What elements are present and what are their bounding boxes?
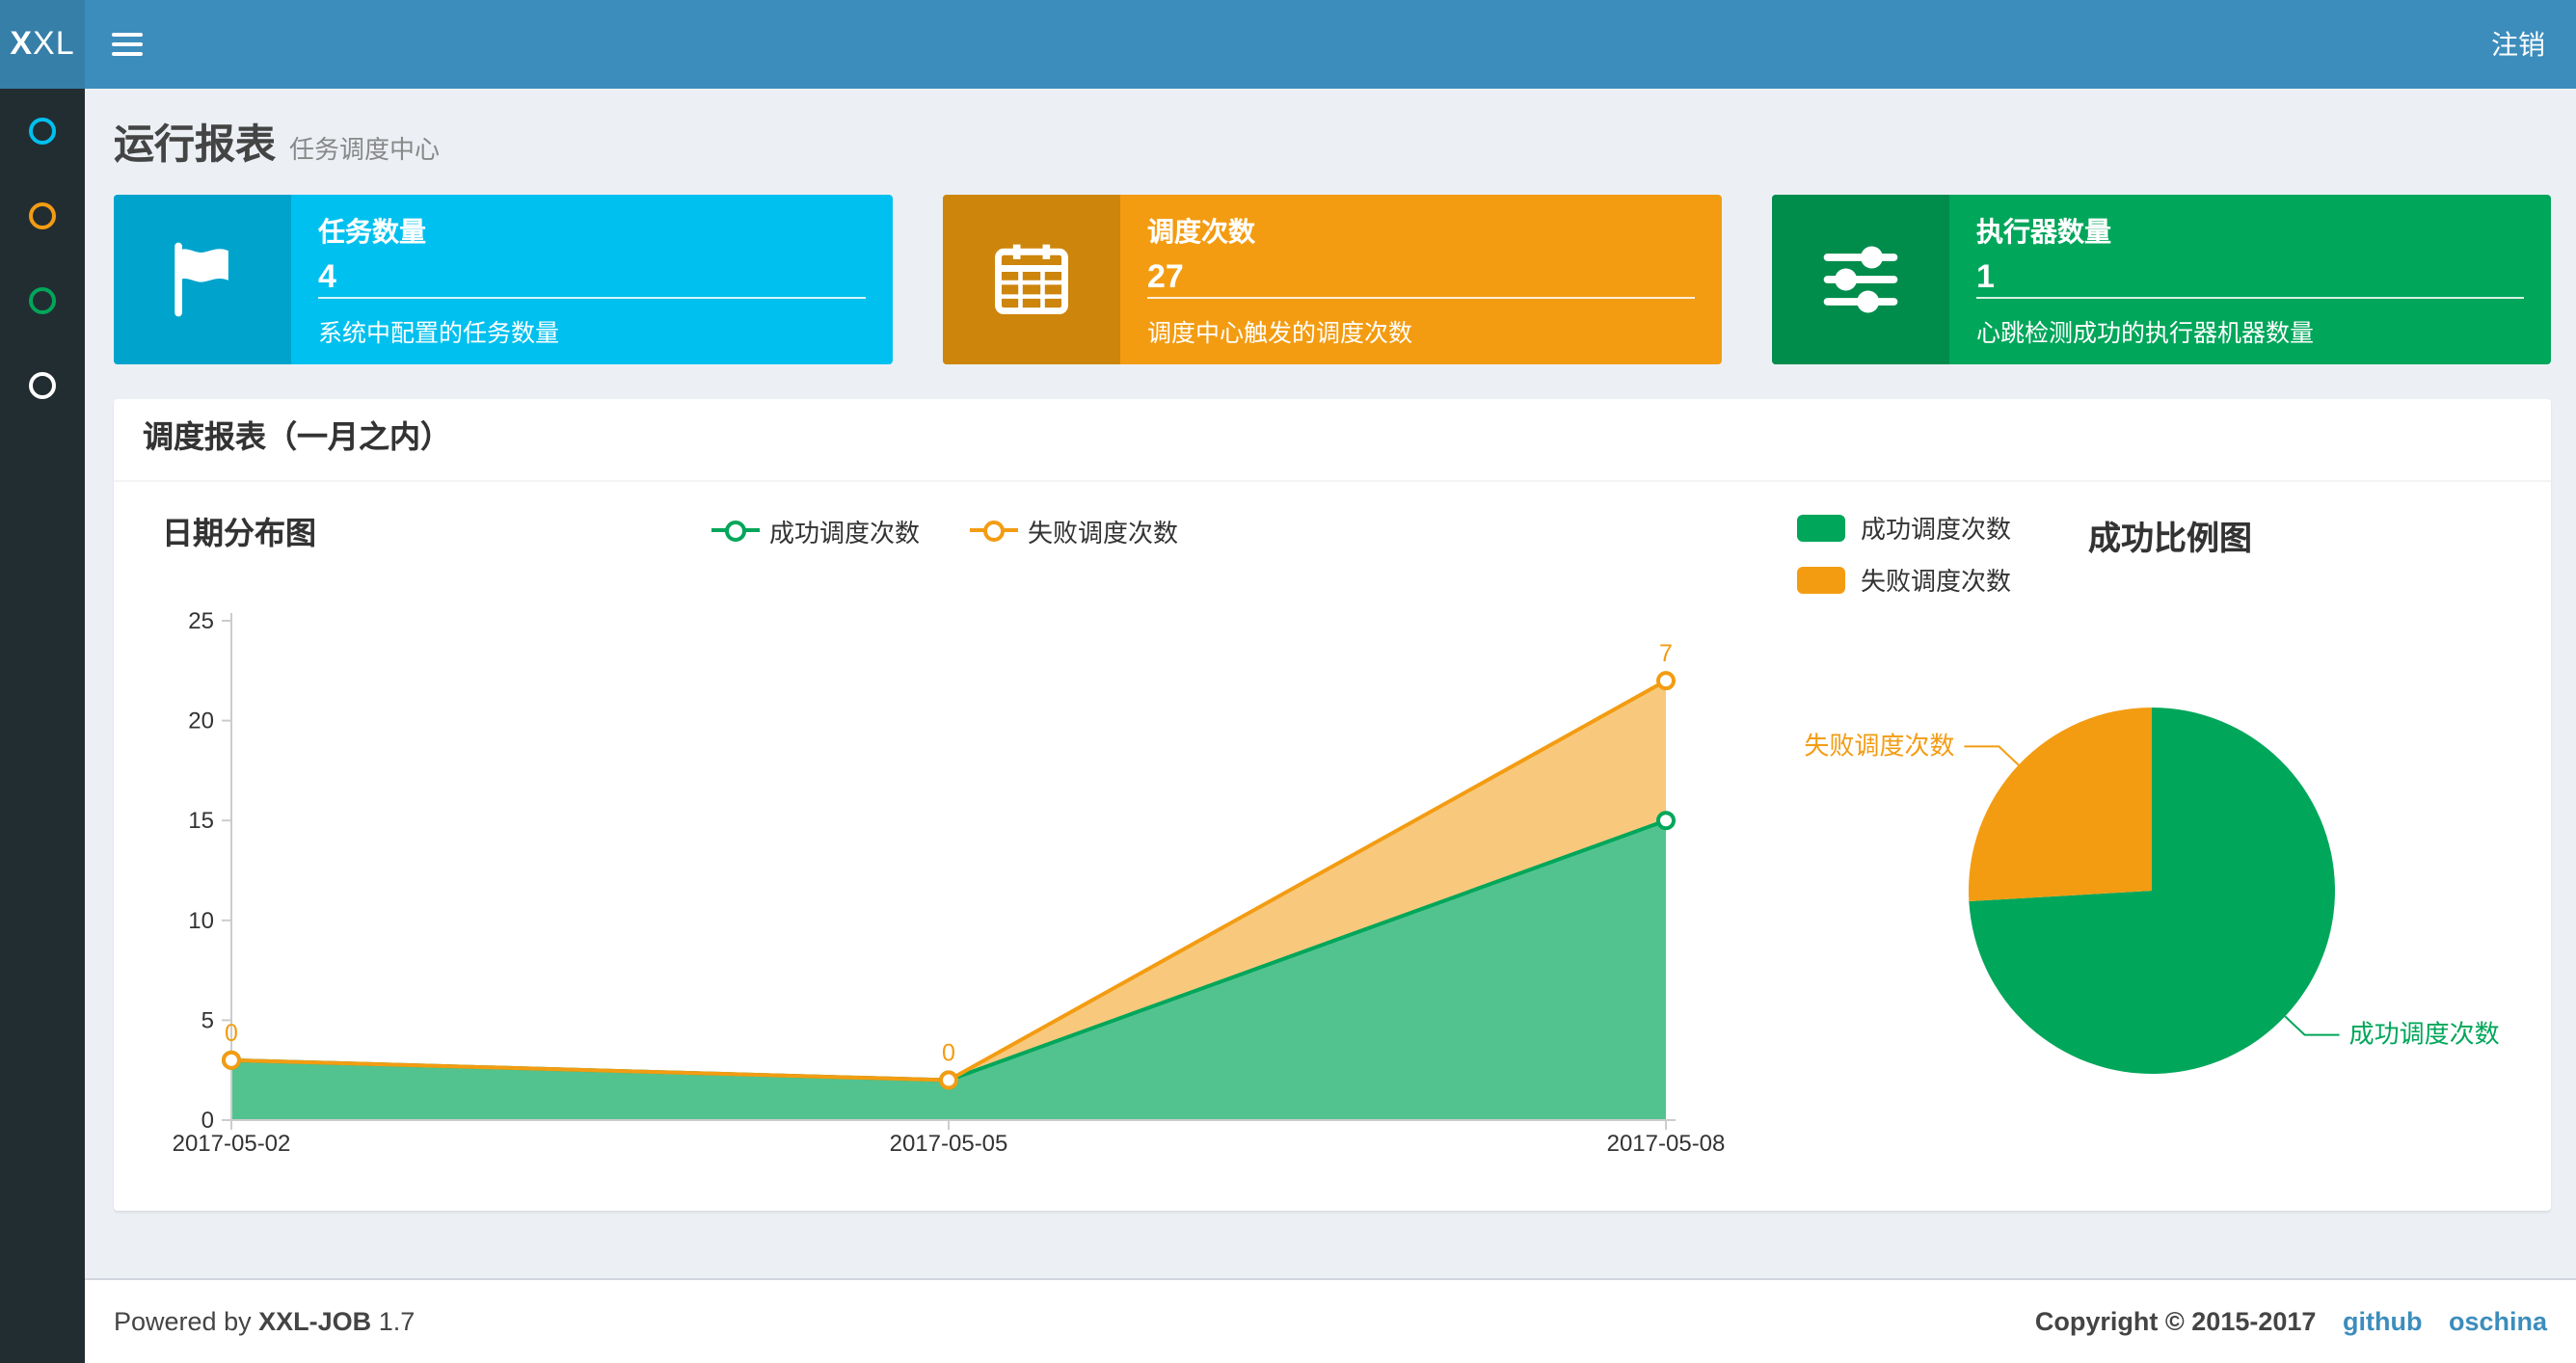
pie-legend-swatch-icon <box>1797 566 1845 593</box>
success-ratio-section: 成功调度次数 失败调度次数 成功比例图 成功调度次数 失败调度次数 <box>1747 497 2518 1199</box>
main-content: 运行报表 任务调度中心 任务数量 4 系统中配置的任务数量 调度次数 27 调度… <box>85 89 2576 1211</box>
sidebar-item-2[interactable] <box>0 174 85 258</box>
svg-text:0: 0 <box>201 1108 214 1134</box>
svg-text:2017-05-08: 2017-05-08 <box>1607 1131 1726 1157</box>
svg-text:5: 5 <box>201 1007 214 1033</box>
info-box-executors: 执行器数量 1 心跳检测成功的执行器机器数量 <box>1772 195 2551 364</box>
panel-title: 调度报表（一月之内） <box>114 399 2551 482</box>
page-title: 运行报表 <box>114 123 276 168</box>
divider <box>1147 297 1695 299</box>
info-box-content: 调度次数 27 调度中心触发的调度次数 <box>1120 195 1722 364</box>
svg-text:成功调度次数: 成功调度次数 <box>2349 1020 2500 1049</box>
sidebar-item-4[interactable] <box>0 343 85 428</box>
sidebar-toggle-button[interactable] <box>85 0 170 89</box>
line-legend-marker-icon <box>711 520 760 541</box>
divider <box>318 297 866 299</box>
line-chart-title: 日期分布图 <box>162 519 317 551</box>
info-box-value: 4 <box>318 258 336 295</box>
svg-text:7: 7 <box>1659 640 1673 667</box>
top-navbar: XXL 注销 <box>0 0 2576 89</box>
info-box-triggers: 调度次数 27 调度中心触发的调度次数 <box>943 195 1722 364</box>
product-version: 1.7 <box>378 1307 416 1336</box>
app-root: XXL 注销 运行报表 任务调度中心 任务数量 4 系统中配置的任务数量 调度次… <box>0 0 2576 1363</box>
legend-item[interactable]: 成功调度次数 <box>1797 509 2011 546</box>
flag-icon <box>114 195 291 364</box>
date-distribution-chart: 05101520252017-05-02 2017-05-05 2017-05-08… <box>173 608 1726 1157</box>
info-box-content: 任务数量 4 系统中配置的任务数量 <box>291 195 893 364</box>
sidebar-item-3[interactable] <box>0 258 85 343</box>
sidebar-item-1[interactable] <box>0 89 85 174</box>
info-box-value: 27 <box>1147 258 1184 295</box>
legend-label: 失败调度次数 <box>1028 518 1179 547</box>
page-subtitle: 任务调度中心 <box>289 135 441 164</box>
svg-text:2017-05-05: 2017-05-05 <box>890 1131 1008 1157</box>
legend-label: 成功调度次数 <box>1861 515 2012 544</box>
info-box-desc: 系统中配置的任务数量 <box>318 320 560 347</box>
circle-icon <box>29 202 56 229</box>
sliders-icon <box>1772 195 1949 364</box>
divider <box>1976 297 2524 299</box>
info-box-content: 执行器数量 1 心跳检测成功的执行器机器数量 <box>1949 195 2551 364</box>
calendar-icon <box>943 195 1120 364</box>
circle-icon <box>29 118 56 145</box>
info-box-jobs: 任务数量 4 系统中配置的任务数量 <box>114 195 893 364</box>
logo-text-bold: X <box>10 25 34 62</box>
svg-text:10: 10 <box>188 908 214 934</box>
circle-icon <box>29 372 56 399</box>
svg-text:2017-05-02: 2017-05-02 <box>173 1131 291 1157</box>
pie-legend-swatch-icon <box>1797 514 1845 541</box>
info-box-row: 任务数量 4 系统中配置的任务数量 调度次数 27 调度中心触发的调度次数 执行… <box>114 195 2551 364</box>
app-logo[interactable]: XXL <box>0 0 85 89</box>
hamburger-icon <box>112 42 143 46</box>
svg-text:15: 15 <box>188 808 214 834</box>
line-chart-legend: 成功调度次数 失败调度次数 <box>143 512 1747 548</box>
product-name: XXL-JOB <box>258 1307 372 1336</box>
navbar-right: 注销 <box>2460 0 2576 89</box>
panel-body: 日期分布图 成功调度次数 失败调度次数 0 5 10 15 20 25 2017-05-02 2… <box>114 482 2551 1211</box>
footer-powered: Powered by XXL-JOB 1.7 <box>114 1307 415 1336</box>
info-box-title: 执行器数量 <box>1976 216 2111 247</box>
sidebar <box>0 89 85 1363</box>
pie-chart-legend: 成功调度次数 失败调度次数 <box>1797 509 2011 598</box>
svg-text:失败调度次数: 失败调度次数 <box>1804 731 1954 760</box>
report-panel: 调度报表（一月之内） 日期分布图 成功调度次数 失败调度次数 0 5 10 15 20 25… <box>114 399 2551 1211</box>
info-box-title: 任务数量 <box>318 216 426 247</box>
info-box-value: 1 <box>1976 258 1995 295</box>
pie-chart-header: 成功调度次数 失败调度次数 成功比例图 <box>1747 497 2518 598</box>
svg-text:20: 20 <box>188 708 214 735</box>
legend-item[interactable]: 失败调度次数 <box>970 512 1178 548</box>
powered-prefix: Powered by <box>114 1307 252 1336</box>
legend-item[interactable]: 成功调度次数 <box>711 512 920 548</box>
info-box-desc: 心跳检测成功的执行器机器数量 <box>1976 320 2315 347</box>
circle-icon <box>29 287 56 314</box>
svg-text:25: 25 <box>188 608 214 634</box>
copyright-text: Copyright © 2015-2017 <box>2034 1307 2317 1336</box>
svg-text:0: 0 <box>942 1040 955 1067</box>
svg-text:0: 0 <box>225 1020 238 1047</box>
logout-link[interactable]: 注销 <box>2460 0 2576 89</box>
pie-chart-title: 成功比例图 <box>2088 521 2253 557</box>
date-distribution-section: 日期分布图 成功调度次数 失败调度次数 0 5 10 15 20 25 2017-05-02 2… <box>143 497 1747 1199</box>
logo-text: XL <box>33 25 75 62</box>
footer: Powered by XXL-JOB 1.7 Copyright © 2015-… <box>85 1278 2576 1363</box>
legend-label: 成功调度次数 <box>768 518 920 547</box>
line-legend-marker-icon <box>970 520 1018 541</box>
github-link[interactable]: github <box>2343 1307 2422 1336</box>
hamburger-icon <box>112 33 143 37</box>
info-box-title: 调度次数 <box>1147 216 1255 247</box>
chart-header: 日期分布图 成功调度次数 失败调度次数 <box>143 497 1747 563</box>
success-ratio-pie: 成功调度次数 失败调度次数 <box>1804 708 2500 1074</box>
info-box-desc: 调度中心触发的调度次数 <box>1147 320 1413 347</box>
legend-item[interactable]: 失败调度次数 <box>1797 561 2011 598</box>
footer-copyright: Copyright © 2015-2017 github oschina <box>2035 1307 2547 1336</box>
hamburger-icon <box>112 52 143 56</box>
oschina-link[interactable]: oschina <box>2449 1307 2547 1336</box>
page-header: 运行报表 任务调度中心 <box>114 89 2551 195</box>
legend-label: 失败调度次数 <box>1861 567 2012 596</box>
